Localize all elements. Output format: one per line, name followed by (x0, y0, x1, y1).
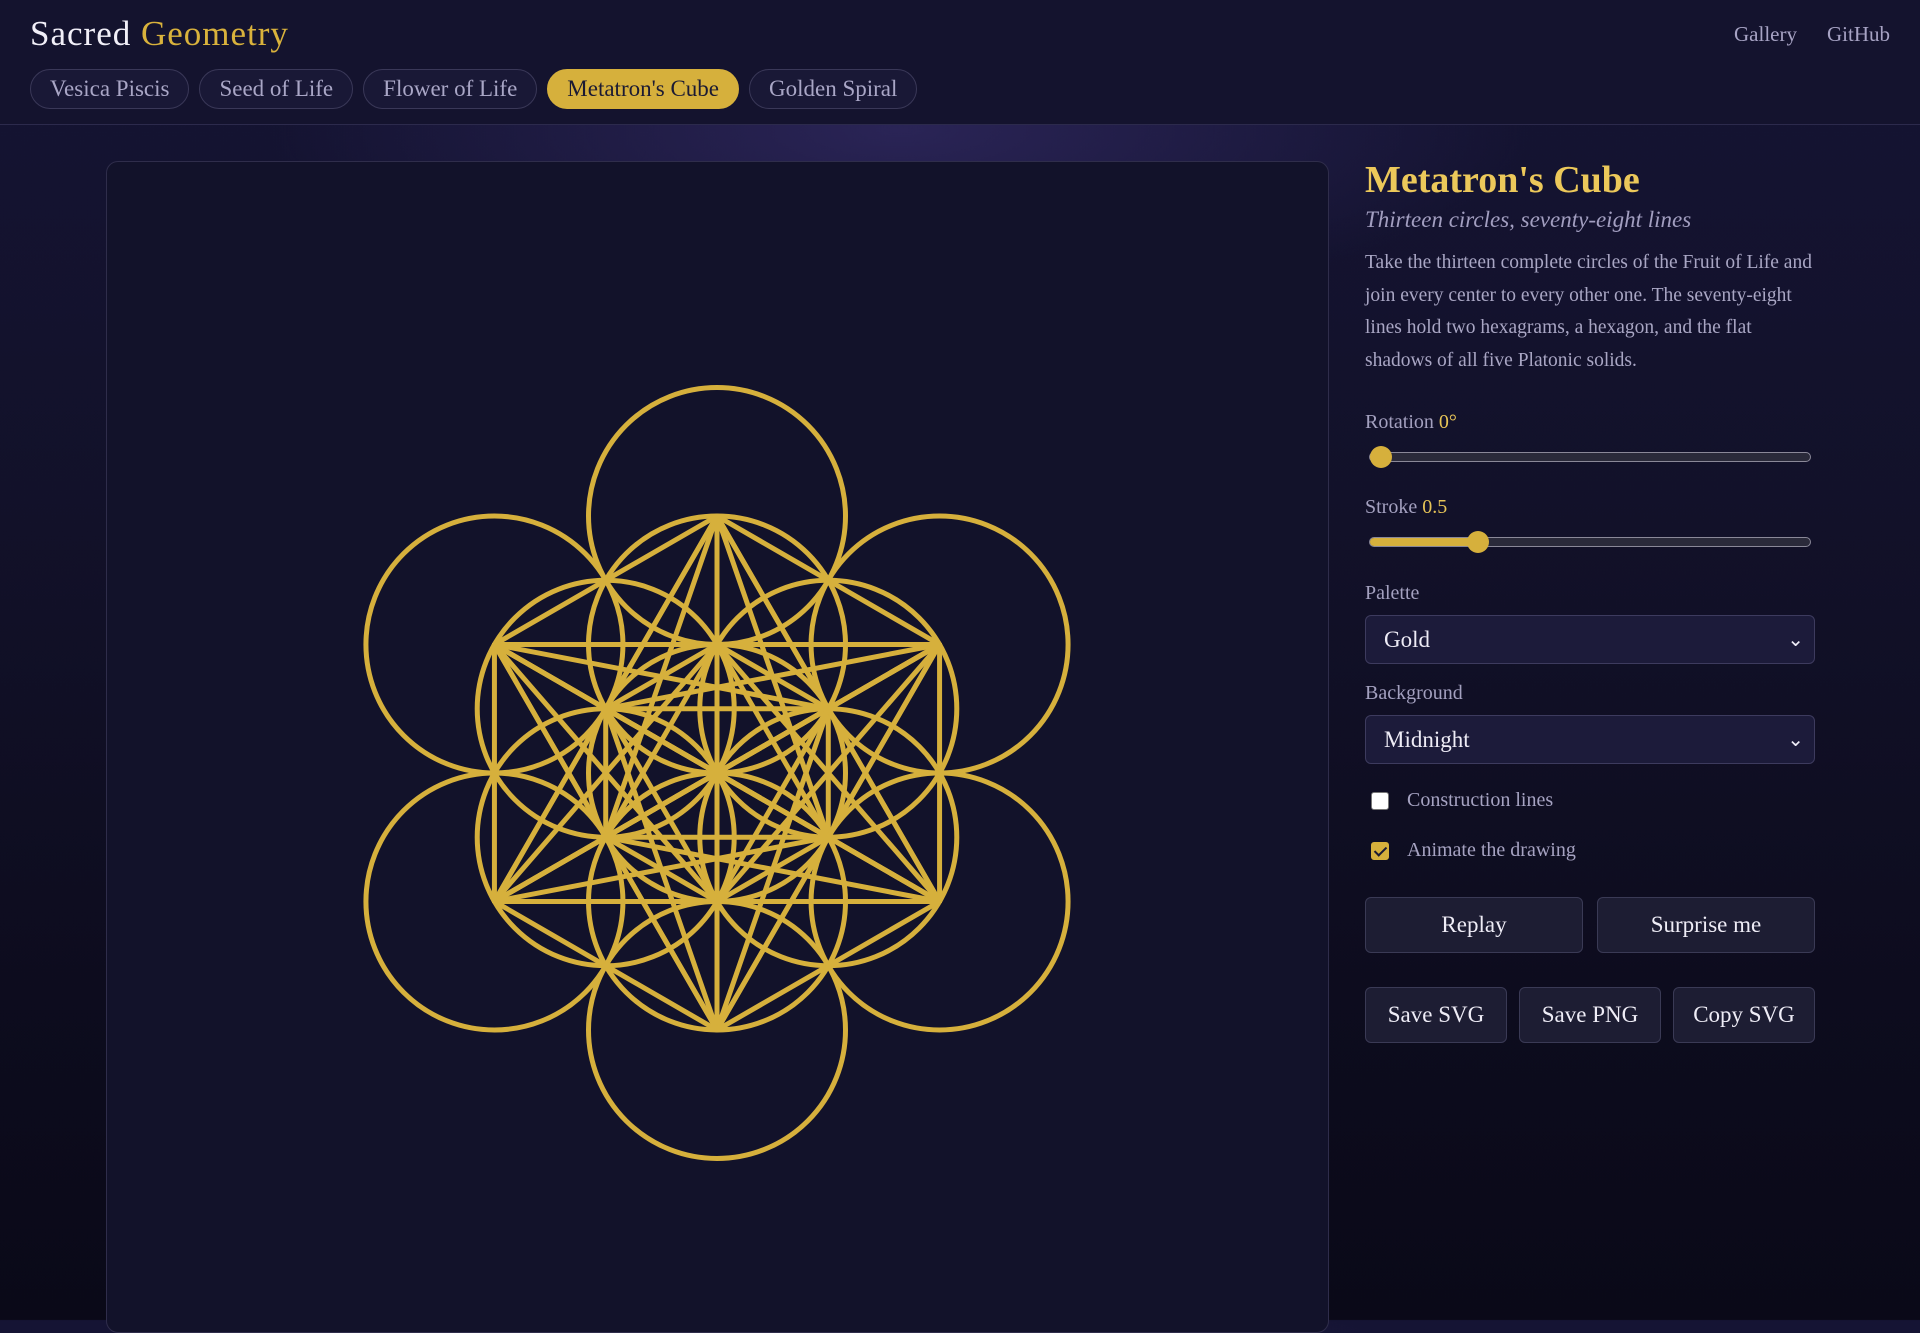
palette-select[interactable]: Gold ⌄ (1365, 615, 1815, 664)
brand-word-1: Sacred (30, 14, 132, 53)
pattern-title: Metatron's Cube (1365, 159, 1640, 201)
github-link[interactable]: GitHub (1827, 22, 1890, 47)
replay-button[interactable]: Replay (1365, 897, 1583, 953)
surprise-me-button[interactable]: Surprise me (1597, 897, 1815, 953)
top-nav: Gallery GitHub (1734, 22, 1890, 47)
tab-golden-spiral[interactable]: Golden Spiral (749, 69, 918, 109)
stroke-slider[interactable] (1369, 531, 1811, 553)
background-label: Background (1365, 682, 1463, 704)
stroke-label-text: Stroke (1365, 496, 1418, 518)
save-png-button[interactable]: Save PNG (1519, 987, 1661, 1043)
gallery-link[interactable]: Gallery (1734, 22, 1797, 47)
fruit-of-life-circles (363, 385, 1071, 1161)
pattern-subtitle: Thirteen circles, seventy-eight lines (1365, 207, 1692, 232)
background-select[interactable]: Midnight ⌄ (1365, 715, 1815, 764)
rotation-label-text: Rotation (1365, 411, 1434, 433)
save-svg-button[interactable]: Save SVG (1365, 987, 1507, 1043)
pattern-tabs: Vesica Piscis Seed of Life Flower of Lif… (30, 69, 918, 109)
rotation-slider-thumb[interactable] (1370, 446, 1392, 468)
stroke-slider-fill (1370, 538, 1478, 546)
rotation-slider[interactable] (1369, 446, 1811, 468)
tab-seed-of-life[interactable]: Seed of Life (199, 69, 354, 109)
brand-word-2: Geometry (140, 14, 289, 53)
geometry-canvas (106, 161, 1329, 1333)
app-header: Sacred Geometry Gallery GitHub Vesica Pi… (0, 0, 1920, 125)
construction-lines-toggle[interactable]: Construction lines (1371, 789, 1553, 812)
animate-label: Animate the drawing (1407, 839, 1576, 861)
tab-flower-of-life[interactable]: Flower of Life (363, 69, 538, 109)
palette-selected: Gold (1384, 627, 1430, 652)
tab-metatrons-cube[interactable]: Metatron's Cube (547, 69, 739, 109)
chevron-down-icon: ⌄ (1787, 727, 1804, 751)
metatrons-cube-drawing (363, 385, 1071, 1161)
stroke-slider-thumb[interactable] (1466, 531, 1489, 553)
rotation-label: Rotation 0° (1365, 411, 1457, 434)
stroke-value: 0.5 (1422, 496, 1448, 518)
copy-svg-button[interactable]: Copy SVG (1673, 987, 1815, 1043)
chevron-down-icon: ⌄ (1787, 627, 1804, 651)
control-panel: Metatron's Cube Thirteen circles, sevent… (1365, 159, 1815, 1043)
rotation-value: 0° (1438, 411, 1457, 433)
construction-lines-label: Construction lines (1407, 789, 1554, 811)
pattern-description: Take the thirteen complete circles of th… (1365, 252, 1812, 371)
animate-checkbox[interactable] (1371, 841, 1389, 860)
tab-vesica-piscis[interactable]: Vesica Piscis (30, 69, 190, 109)
stroke-label: Stroke 0.5 (1365, 496, 1447, 519)
brand-logo[interactable]: Sacred Geometry (30, 14, 289, 54)
background-selected: Midnight (1384, 727, 1470, 752)
construction-lines-checkbox[interactable] (1371, 791, 1389, 810)
palette-label: Palette (1365, 582, 1420, 604)
animate-toggle[interactable]: Animate the drawing (1371, 839, 1576, 862)
